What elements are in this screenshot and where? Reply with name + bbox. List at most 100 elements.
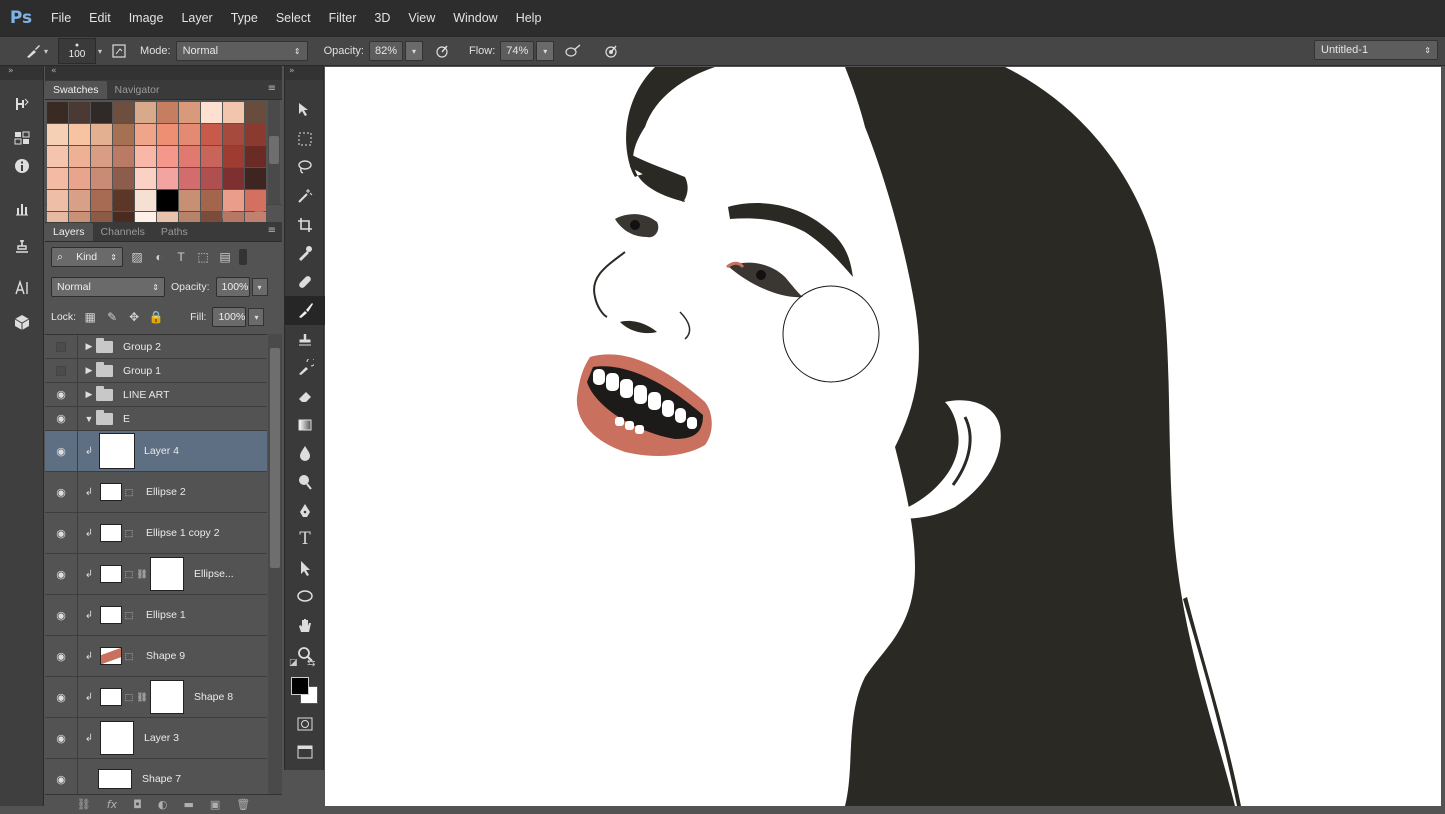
color-swatch[interactable] xyxy=(179,102,200,123)
add-mask-icon[interactable]: ◘ xyxy=(133,798,142,811)
eye-icon[interactable]: ◉ xyxy=(45,383,78,406)
type-filter-icon[interactable]: T xyxy=(173,249,189,265)
dodge-tool-icon[interactable] xyxy=(285,468,325,497)
color-swatch[interactable] xyxy=(69,190,90,211)
history-brush-tool-icon[interactable] xyxy=(285,353,325,382)
layer-item-ellipse-2[interactable]: ◉ ↲ ⬚ Ellipse 2 xyxy=(45,472,267,513)
layers-scroll-thumb[interactable] xyxy=(270,348,280,568)
screen-mode-icon[interactable] xyxy=(285,738,325,767)
color-swatch[interactable] xyxy=(245,190,266,211)
magic-wand-tool-icon[interactable] xyxy=(285,182,325,211)
pen-tool-icon[interactable] xyxy=(285,496,325,525)
smart-object-filter-icon[interactable]: ▤ xyxy=(217,249,233,265)
lock-image-icon[interactable]: ✎ xyxy=(104,309,120,325)
expand-dock-icon[interactable]: » xyxy=(0,66,43,80)
tab-layers[interactable]: Layers xyxy=(45,223,93,241)
filter-toggle[interactable] xyxy=(239,249,247,265)
flow-field[interactable]: 74% xyxy=(500,41,535,61)
eye-icon[interactable]: ◉ xyxy=(45,472,78,512)
color-swatch[interactable] xyxy=(91,124,112,145)
ellipse-tool-icon[interactable] xyxy=(285,582,325,611)
path-selection-tool-icon[interactable] xyxy=(285,554,325,583)
link-layers-icon[interactable]: ⛓ xyxy=(77,798,91,811)
tab-navigator[interactable]: Navigator xyxy=(107,81,168,99)
layer-item-ellipse-masked[interactable]: ◉ ↲ ⬚ ⛓ Ellipse... xyxy=(45,554,267,595)
chain-link-icon[interactable]: ⛓ xyxy=(136,569,148,580)
tools-collapse-icon[interactable]: » xyxy=(285,66,323,80)
document-canvas[interactable] xyxy=(325,67,1441,806)
color-swatch[interactable] xyxy=(223,190,244,211)
adjustment-filter-icon[interactable]: ◐ xyxy=(151,249,167,265)
character-panel-icon[interactable] xyxy=(0,274,44,302)
gradient-tool-icon[interactable] xyxy=(285,411,325,440)
color-swatch[interactable] xyxy=(157,146,178,167)
layer-mask-thumbnail[interactable] xyxy=(150,680,184,714)
color-swatch[interactable] xyxy=(47,124,68,145)
marquee-tool-icon[interactable] xyxy=(285,125,325,154)
visibility-toggle[interactable] xyxy=(45,335,78,358)
menu-select[interactable]: Select xyxy=(267,11,320,25)
eye-icon[interactable]: ◉ xyxy=(45,431,78,471)
hand-tool-icon[interactable] xyxy=(285,611,325,640)
clone-stamp-tool-icon[interactable] xyxy=(285,325,325,354)
delete-layer-icon[interactable]: 🗑 xyxy=(236,798,250,811)
eye-icon[interactable]: ◉ xyxy=(45,677,78,717)
color-swatch[interactable] xyxy=(113,190,134,211)
menu-image[interactable]: Image xyxy=(120,11,173,25)
layer-group-e[interactable]: ◉ ▼ E xyxy=(45,407,267,431)
mode-select[interactable]: Normal ⇕ xyxy=(175,41,308,61)
eye-icon[interactable]: ◉ xyxy=(45,554,78,594)
menu-file[interactable]: File xyxy=(42,11,80,25)
chevron-down-icon[interactable]: ▾ xyxy=(44,47,48,56)
color-swatch[interactable] xyxy=(179,146,200,167)
color-swatch[interactable] xyxy=(157,124,178,145)
tab-channels[interactable]: Channels xyxy=(93,223,153,241)
eye-icon[interactable]: ◉ xyxy=(45,718,78,758)
menu-layer[interactable]: Layer xyxy=(172,11,221,25)
color-swatch[interactable] xyxy=(201,168,222,189)
healing-brush-tool-icon[interactable] xyxy=(285,268,325,297)
clone-source-icon[interactable] xyxy=(0,232,44,260)
color-swatch[interactable] xyxy=(47,146,68,167)
color-swatch[interactable] xyxy=(69,124,90,145)
color-swatch[interactable] xyxy=(135,168,156,189)
color-swatch[interactable] xyxy=(91,168,112,189)
chevron-down-icon[interactable]: ▾ xyxy=(98,47,102,56)
color-swatch[interactable] xyxy=(201,124,222,145)
tab-swatches[interactable]: Swatches xyxy=(45,81,107,99)
history-panel-icon[interactable] xyxy=(0,90,44,118)
menu-view[interactable]: View xyxy=(399,11,444,25)
color-swatch[interactable] xyxy=(223,124,244,145)
layer-item-shape-7[interactable]: ◉ Shape 7 xyxy=(45,759,267,794)
collapse-panels-icon[interactable]: « xyxy=(45,66,282,80)
new-layer-icon[interactable]: ▣ xyxy=(210,798,220,811)
chain-link-icon[interactable]: ⛓ xyxy=(136,692,148,703)
expand-triangle-icon[interactable]: ▶ xyxy=(82,365,96,376)
expand-triangle-icon[interactable]: ▶ xyxy=(82,389,96,400)
lock-position-icon[interactable]: ✥ xyxy=(126,309,142,325)
collapse-triangle-icon[interactable]: ▼ xyxy=(82,414,96,424)
expand-triangle-icon[interactable]: ▶ xyxy=(82,341,96,352)
menu-filter[interactable]: Filter xyxy=(320,11,366,25)
color-swatch[interactable] xyxy=(179,124,200,145)
color-swatch[interactable] xyxy=(47,190,68,211)
brush-tool-preset-icon[interactable] xyxy=(22,40,44,62)
lasso-tool-icon[interactable] xyxy=(285,153,325,182)
layer-opacity-dropdown[interactable]: ▾ xyxy=(251,278,268,296)
opacity-dropdown[interactable]: ▾ xyxy=(404,41,423,61)
default-colors-icon[interactable]: ◪ xyxy=(289,658,298,668)
layer-item-ellipse-1[interactable]: ◉ ↲ ⬚ Ellipse 1 xyxy=(45,595,267,636)
eye-icon[interactable]: ◉ xyxy=(45,407,78,430)
color-swatch[interactable] xyxy=(69,168,90,189)
brush-size-picker[interactable]: ● 100 xyxy=(58,38,97,64)
layer-mask-thumbnail[interactable] xyxy=(150,557,184,591)
color-swatch[interactable] xyxy=(223,168,244,189)
flow-dropdown[interactable]: ▾ xyxy=(536,41,555,61)
layers-scrollbar[interactable] xyxy=(268,334,282,794)
swap-colors-icon[interactable]: ⇆ xyxy=(307,658,315,669)
color-swatch[interactable] xyxy=(69,102,90,123)
visibility-toggle[interactable] xyxy=(45,359,78,382)
eye-icon[interactable]: ◉ xyxy=(45,513,78,553)
brush-panel-toggle-icon[interactable] xyxy=(108,40,130,62)
tab-paths[interactable]: Paths xyxy=(153,223,196,241)
